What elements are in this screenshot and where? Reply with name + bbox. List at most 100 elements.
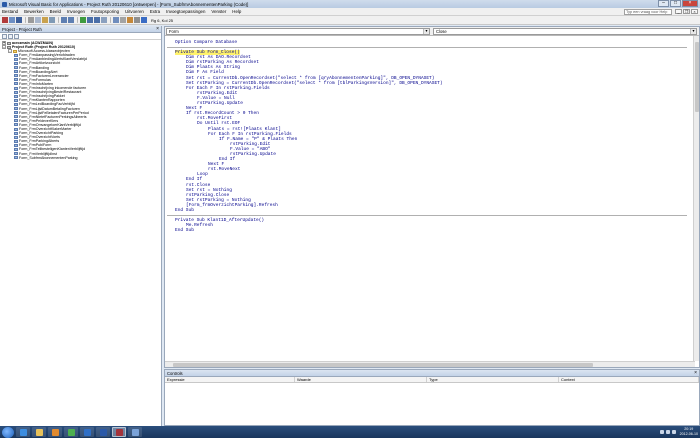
form-icon	[14, 152, 18, 156]
watch-columns: Expressie Waarde Type Context	[165, 377, 699, 383]
taskbar-word[interactable]	[96, 427, 110, 437]
media-icon	[51, 428, 59, 436]
system-tray: 20:19 2012-06-10	[658, 427, 698, 436]
taskbar-ie[interactable]	[16, 427, 30, 437]
volume-icon[interactable]	[665, 429, 670, 434]
redo-icon[interactable]	[68, 17, 74, 23]
help-icon[interactable]	[141, 17, 147, 23]
code-line-text: rstParking.Update	[197, 101, 243, 107]
form-icon	[14, 70, 18, 74]
menu-extra[interactable]: Extra	[150, 9, 160, 14]
procedure-separator	[167, 215, 687, 217]
network-icon[interactable]	[659, 429, 664, 434]
form-icon	[14, 135, 18, 139]
view-object-icon[interactable]	[8, 33, 13, 39]
close-button[interactable]: ×	[682, 0, 698, 7]
form-icon	[14, 156, 18, 160]
copy-icon[interactable]	[35, 17, 41, 23]
column-expressie[interactable]: Expressie	[165, 377, 295, 382]
chevron-down-icon[interactable]: ▼	[690, 28, 696, 34]
form-icon	[14, 90, 18, 94]
procedure-combo[interactable]: Close ▼	[433, 27, 697, 35]
form-icon	[14, 66, 18, 70]
folder-icon	[13, 49, 17, 53]
menu-foutopsporing[interactable]: Foutopsporing	[91, 9, 119, 14]
object-browser-icon[interactable]	[127, 17, 133, 23]
menu-beeld[interactable]: Beeld	[50, 9, 61, 14]
taskbar-chrome[interactable]	[64, 427, 78, 437]
taskbar-vba[interactable]	[128, 427, 142, 437]
form-icon	[14, 82, 18, 86]
properties-icon[interactable]	[120, 17, 126, 23]
design-mode-icon[interactable]	[101, 17, 107, 23]
db-icon	[7, 45, 11, 49]
close-icon[interactable]: ×	[694, 370, 697, 377]
form-icon	[14, 115, 18, 119]
mdi-restore-button[interactable]: ❐	[683, 9, 690, 14]
form-icon	[14, 98, 18, 102]
help-search-input[interactable]: Typ een vraag voor Help	[624, 9, 672, 15]
form-icon	[14, 139, 18, 143]
chevron-down-icon[interactable]: ▼	[423, 28, 429, 34]
break-icon[interactable]	[87, 17, 93, 23]
maximize-button[interactable]: □	[670, 0, 681, 7]
code-window: Form ▼ Close ▼ Option Compare Database P…	[164, 26, 700, 368]
scroll-thumb[interactable]	[695, 42, 699, 112]
column-context[interactable]: Context	[559, 377, 699, 382]
mdi-close-button[interactable]: ×	[691, 9, 698, 14]
view-access-icon[interactable]	[2, 17, 8, 23]
menu-invoegen[interactable]: Invoegen	[67, 9, 85, 14]
scroll-thumb[interactable]	[173, 363, 593, 367]
code-line-text: rstParking.Update	[230, 151, 276, 157]
start-button[interactable]	[2, 426, 14, 438]
clock-date: 2012-06-10	[679, 431, 698, 436]
close-icon[interactable]: ×	[156, 26, 159, 33]
taskbar-outlook[interactable]	[80, 427, 94, 437]
insert-module-icon[interactable]	[9, 17, 15, 23]
paste-icon[interactable]	[42, 17, 48, 23]
form-icon	[14, 94, 18, 98]
minimize-button[interactable]: –	[658, 0, 669, 7]
vertical-scrollbar[interactable]	[693, 36, 699, 361]
collapse-icon[interactable]: -	[2, 45, 6, 50]
project-tree: + acrozmain (ACWZMAIN) - Project Ruth (Proj…	[0, 40, 161, 160]
taskbar-media[interactable]	[48, 427, 62, 437]
db-icon	[7, 41, 11, 45]
view-code-icon[interactable]	[2, 33, 7, 39]
taskbar-access[interactable]	[112, 427, 126, 437]
object-combo[interactable]: Form ▼	[166, 27, 430, 35]
clock[interactable]: 20:19 2012-06-10	[680, 427, 698, 436]
reset-icon[interactable]	[94, 17, 100, 23]
form-icon	[14, 74, 18, 78]
column-type[interactable]: Type	[427, 377, 559, 382]
menu-uitvoeren[interactable]: Uitvoeren	[125, 9, 144, 14]
menu-venster[interactable]: Venster	[211, 9, 226, 14]
project-explorer-icon[interactable]	[113, 17, 119, 23]
run-icon[interactable]	[80, 17, 86, 23]
undo-icon[interactable]	[61, 17, 67, 23]
column-waarde[interactable]: Waarde	[295, 377, 427, 382]
project-explorer-title: Project - Project Ruth	[2, 27, 42, 32]
project-explorer-header: Project - Project Ruth ×	[0, 26, 161, 33]
flag-icon[interactable]	[671, 429, 676, 434]
save-icon[interactable]	[16, 17, 22, 23]
code-line-text: End Sub	[175, 208, 194, 213]
taskbar: 20:19 2012-06-10	[0, 426, 700, 438]
horizontal-scrollbar[interactable]	[165, 361, 695, 367]
taskbar-explorer[interactable]	[32, 427, 46, 437]
toolbar-separator	[58, 17, 59, 23]
cut-icon[interactable]	[28, 17, 34, 23]
toggle-folders-icon[interactable]	[14, 33, 19, 39]
menu-bestand[interactable]: Bestand	[2, 9, 18, 14]
collapse-icon[interactable]: -	[8, 49, 12, 54]
code-editor[interactable]: Option Compare Database Private Sub Form…	[167, 40, 687, 233]
menu-invoegtoepassingen[interactable]: Invoegtoepassingen	[166, 9, 205, 14]
menu-bewerken[interactable]: Bewerken	[24, 9, 44, 14]
find-icon[interactable]	[49, 17, 55, 23]
tree-item-label: Form_SubfrmAbonnementenParking	[19, 155, 78, 160]
toolbox-icon[interactable]	[134, 17, 140, 23]
tree-item[interactable]: Form_SubfrmAbonnementenParking	[2, 156, 161, 160]
menu-help[interactable]: Help	[232, 9, 241, 14]
form-icon	[14, 57, 18, 61]
mdi-minimize-button[interactable]: _	[675, 9, 682, 14]
